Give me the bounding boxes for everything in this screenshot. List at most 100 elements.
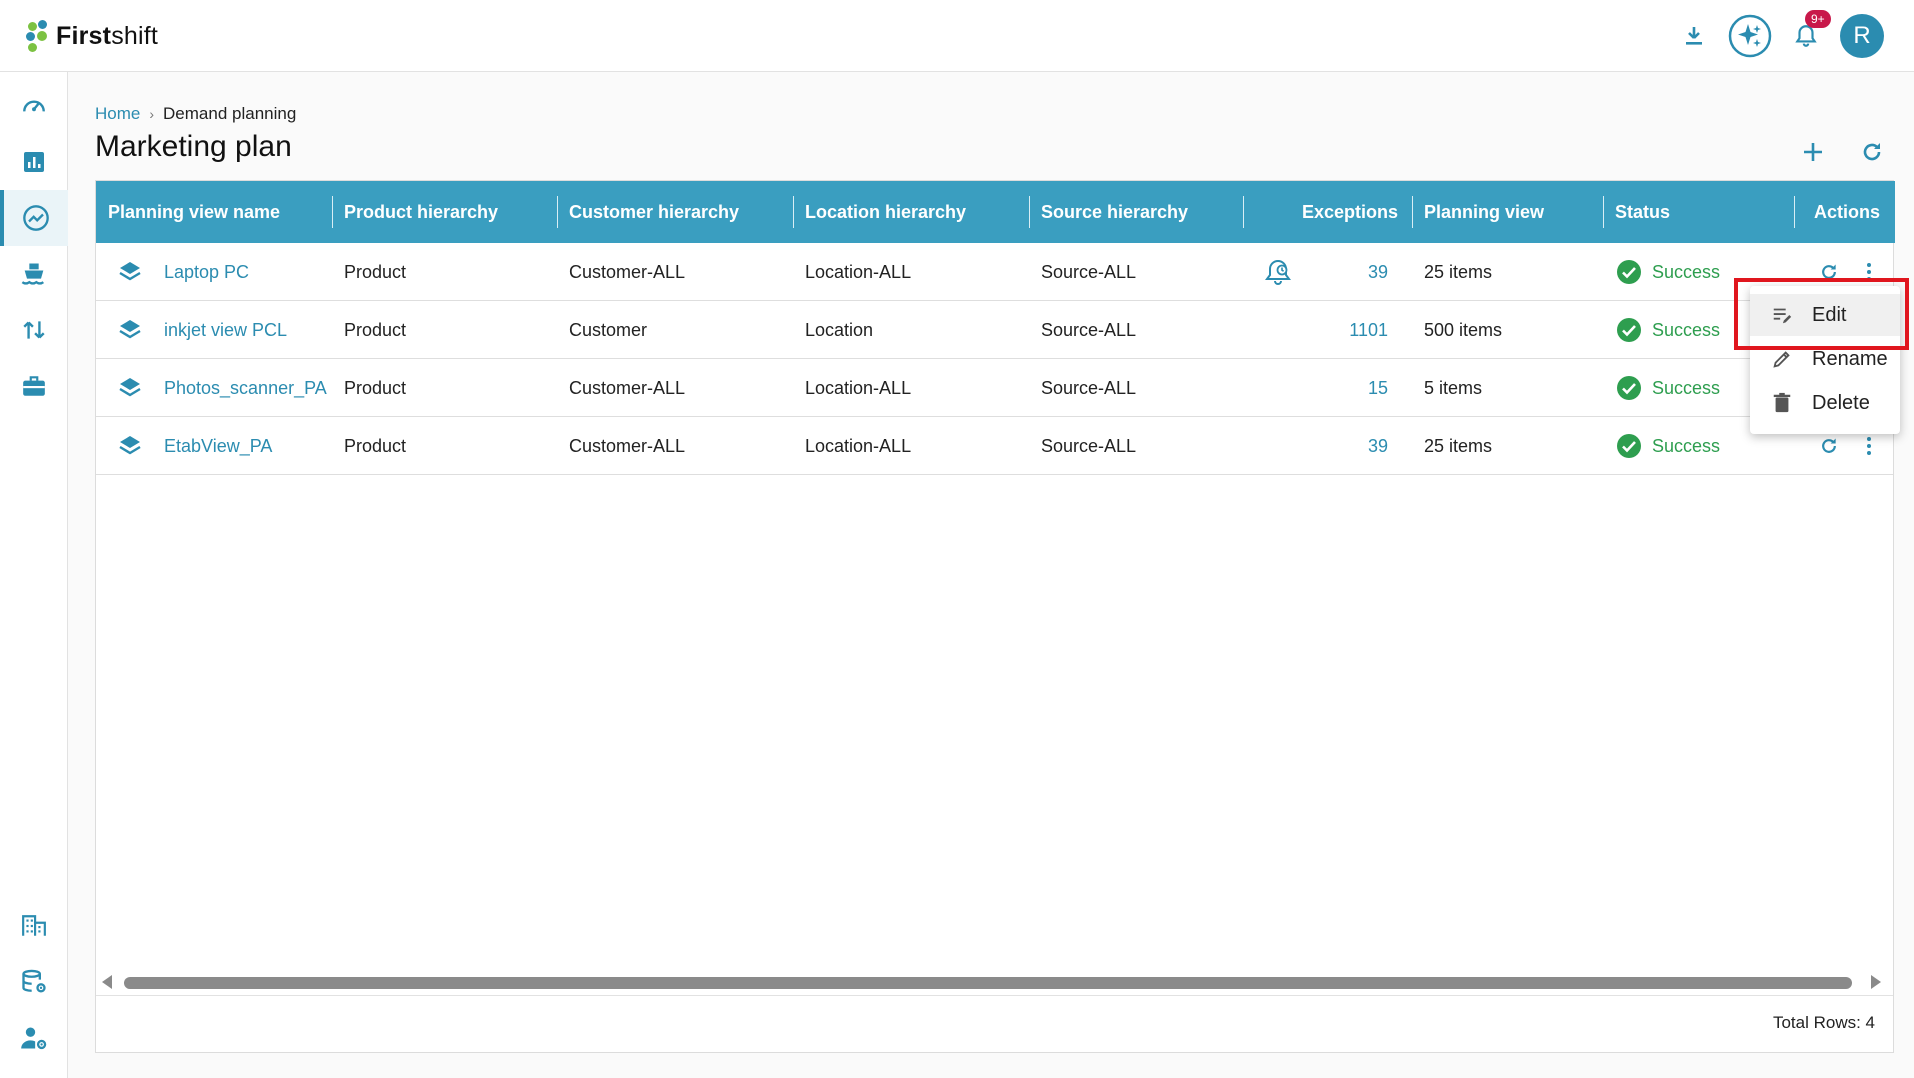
planning-view-name-link[interactable]: inkjet view PCL [164,301,287,359]
refresh-icon [1822,438,1836,453]
customer-hierarchy-cell: Customer-ALL [569,261,686,282]
customer-hierarchy-cell: Customer-ALL [569,435,686,456]
scroll-left-arrow-icon[interactable] [102,975,112,989]
column-header-exceptions[interactable]: Exceptions [1256,181,1398,243]
user-avatar[interactable]: R [1840,14,1884,58]
logo-mark-icon [26,18,52,54]
source-hierarchy-cell: Source-ALL [1041,319,1137,340]
sidebar-item-dashboard[interactable] [0,78,68,134]
success-check-icon [1617,318,1641,342]
exceptions-count-link[interactable]: 15 [1296,359,1388,417]
plus-icon [1804,143,1822,161]
user-settings-icon [21,1027,47,1050]
status-text: Success [1652,319,1721,340]
scroll-right-arrow-icon[interactable] [1871,975,1881,989]
exceptions-count-link[interactable]: 39 [1296,243,1388,301]
add-button[interactable] [1795,134,1831,170]
demand-planning-icon [23,205,49,231]
table-row[interactable]: EtabView_PA Product Customer-ALL Locatio… [96,417,1893,475]
breadcrumb-current: Demand planning [163,104,297,123]
notification-badge: 9+ [1805,10,1831,28]
location-hierarchy-cell: Location-ALL [805,377,912,398]
success-check-icon [1617,376,1641,400]
layers-icon [119,436,141,455]
menu-item-delete[interactable]: Delete [1750,382,1900,424]
column-header-customer-hierarchy[interactable]: Customer hierarchy [569,181,739,243]
briefcase-icon [23,376,45,396]
sidebar-item-shipping[interactable] [0,246,68,302]
planning-view-items-cell: 500 items [1424,319,1503,340]
column-header-planning-view[interactable]: Planning view [1424,181,1544,243]
row-refresh-button[interactable] [1814,431,1844,461]
sidebar-item-demand-planning[interactable] [0,190,68,246]
table-header: Planning view name Product hierarchy Cus… [96,181,1895,243]
table-row[interactable]: inkjet view PCL Product Customer Locatio… [96,301,1893,359]
product-hierarchy-cell: Product [344,377,407,398]
download-icon[interactable] [1672,14,1716,58]
row-more-options-button[interactable] [1854,431,1884,461]
firstshift-logo[interactable]: Firstshift [26,18,158,54]
exceptions-count-link[interactable]: 1101 [1296,301,1388,359]
source-hierarchy-cell: Source-ALL [1041,261,1137,282]
column-header-source-hierarchy[interactable]: Source hierarchy [1041,181,1188,243]
page-title: Marketing plan [95,130,292,163]
layers-icon [119,320,141,339]
exceptions-count-link[interactable]: 39 [1296,417,1388,475]
breadcrumb-home-link[interactable]: Home [95,104,140,124]
refresh-icon [1863,143,1881,161]
column-header-status[interactable]: Status [1615,181,1670,243]
sidebar-item-briefcase[interactable] [0,358,68,414]
column-header-actions: Actions [1813,201,1880,222]
sidebar-item-user-settings[interactable] [0,1010,68,1066]
sidebar-item-building[interactable] [0,898,68,954]
database-settings-icon [22,969,46,993]
dashboard-icon [23,100,45,112]
customer-hierarchy-cell: Customer [569,319,648,340]
kebab-menu-icon [1867,437,1871,455]
exception-alert-icon[interactable] [1262,257,1294,287]
table-row[interactable]: Laptop PC Product Customer-ALL Location-… [96,243,1893,301]
planning-view-name-link[interactable]: Laptop PC [164,243,249,301]
product-hierarchy-cell: Product [344,435,407,456]
planning-view-name-link[interactable]: EtabView_PA [164,417,272,475]
scrollbar-thumb[interactable] [124,977,1852,989]
logo-text: Firstshift [56,21,159,50]
success-check-icon [1617,260,1641,284]
column-header-planning-view-name[interactable]: Planning view name [108,181,280,243]
menu-item-label: Rename [1812,347,1888,370]
column-header-location-hierarchy[interactable]: Location hierarchy [805,181,966,243]
location-hierarchy-cell: Location-ALL [805,435,912,456]
status-text: Success [1652,261,1721,282]
ai-sparkle-icon[interactable] [1728,14,1772,58]
breadcrumb-separator: › [149,106,155,122]
refresh-button[interactable] [1854,134,1890,170]
menu-item-label: Delete [1812,391,1870,414]
layers-icon [119,262,141,281]
source-hierarchy-cell: Source-ALL [1041,377,1137,398]
product-hierarchy-cell: Product [344,319,407,340]
planning-view-items-cell: 5 items [1424,377,1483,398]
planning-views-table: Planning view name Product hierarchy Cus… [95,180,1895,1053]
building-icon [22,915,46,936]
shipping-icon [21,263,45,285]
reports-icon [24,152,44,172]
success-check-icon [1617,434,1641,458]
sidebar-item-sort[interactable] [0,302,68,358]
status-text: Success [1652,435,1721,456]
customer-hierarchy-cell: Customer-ALL [569,377,686,398]
source-hierarchy-cell: Source-ALL [1041,435,1137,456]
edit-highlight-box [1734,278,1909,350]
planning-view-items-cell: 25 items [1424,261,1493,282]
breadcrumb: Home › Demand planning [95,104,296,124]
sidebar-item-reports[interactable] [0,134,68,190]
sidebar-item-database-settings[interactable] [0,954,68,1010]
location-hierarchy-cell: Location-ALL [805,261,912,282]
table-row[interactable]: Photos_scanner_PA Product Customer-ALL L… [96,359,1893,417]
layers-icon [119,378,141,397]
horizontal-scrollbar[interactable] [96,971,1893,993]
column-header-product-hierarchy[interactable]: Product hierarchy [344,181,498,243]
planning-view-items-cell: 25 items [1424,435,1493,456]
planning-view-name-link[interactable]: Photos_scanner_PA [164,359,327,417]
trash-icon [1770,391,1794,415]
top-bar: Firstshift 9+ R [0,0,1914,72]
